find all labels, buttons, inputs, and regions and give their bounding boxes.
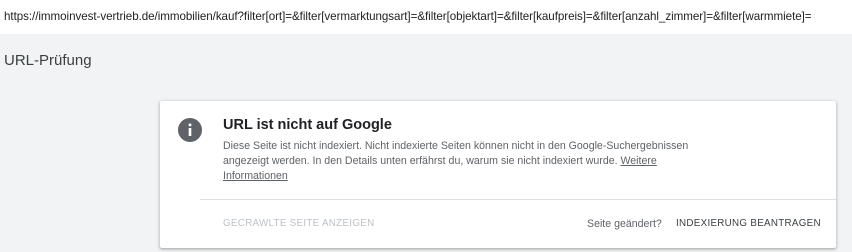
card-title: URL ist nicht auf Google (223, 117, 392, 133)
info-icon (178, 118, 202, 142)
url-status-card: URL ist nicht auf Google Diese Seite ist… (160, 101, 836, 248)
card-description: Diese Seite ist nicht indexiert. Nicht i… (223, 139, 693, 184)
card-divider (200, 199, 836, 200)
page-changed-label: Seite geändert? (587, 218, 662, 230)
url-display: https://immoinvest-vertrieb.de/immobilie… (0, 0, 852, 34)
view-crawled-page-button[interactable]: GECRAWLTE SEITE ANZEIGEN (223, 218, 374, 229)
request-indexing-button[interactable]: INDEXIERUNG BEANTRAGEN (676, 218, 821, 229)
card-description-text: Diese Seite ist nicht indexiert. Nicht i… (223, 140, 689, 167)
section-title: URL-Prüfung (4, 52, 92, 69)
